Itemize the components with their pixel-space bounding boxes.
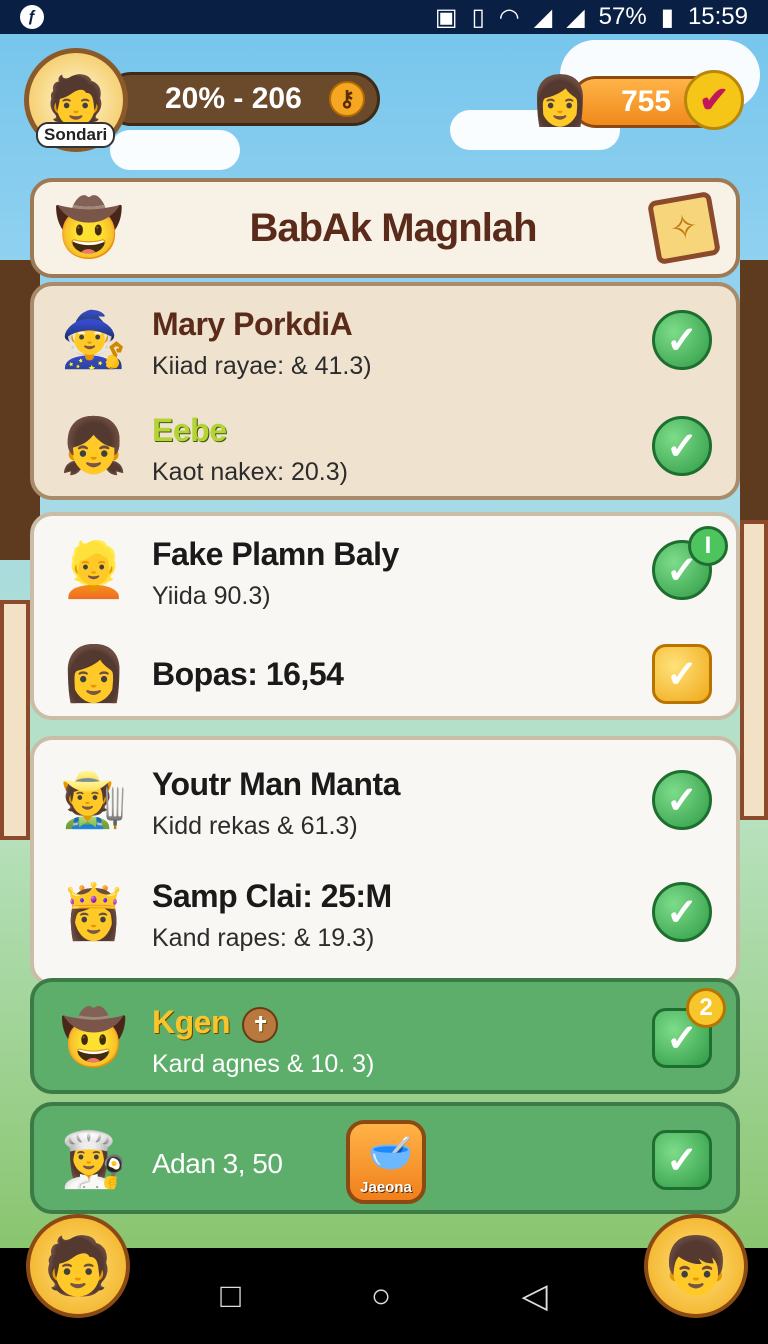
avatar: 🧙 — [60, 309, 128, 370]
task-group-4: 🤠 Kgen ✝ Kard agnes & 10. 3) ✓ 2 — [30, 978, 740, 1094]
item-name: Youtr Man Manta — [152, 766, 400, 802]
task-group-3: 🧑‍🌾 Youtr Man Manta Kidd rekas & 61.3) ✓… — [30, 736, 740, 986]
item-name: Adan 3, 50 — [152, 1148, 283, 1179]
count-badge: I — [688, 526, 728, 566]
page-title: BabAk Magnlah — [249, 205, 537, 250]
jar-label: Jaeona — [360, 1179, 412, 1196]
left-character-button[interactable]: 🧑 — [26, 1214, 130, 1318]
avatar: 👱 — [60, 539, 128, 600]
cross-icon: ✝ — [242, 1006, 279, 1043]
list-item[interactable]: 👧 Eebe Kaot nakex: 20.3) ✓ — [34, 392, 736, 502]
avatar: 🤠 — [60, 1007, 128, 1068]
home-icon[interactable]: ○ — [371, 1277, 392, 1316]
mortar-icon: 🥣 — [368, 1132, 413, 1173]
battery-percent: 57% — [598, 3, 647, 30]
item-detail: Kard agnes & 10. 3) — [152, 1050, 375, 1078]
character-avatar: 👩 — [530, 74, 590, 128]
task-group-2: 👱 Fake Plamn Baly Yiida 90.3) ✓ I 👩 Bopa… — [30, 512, 740, 720]
item-detail: Kand rapes: & 19.3) — [152, 924, 375, 952]
list-item[interactable]: 🧙 Mary PorkdiA Kiiad rayae: & 41.3) ✓ — [34, 286, 736, 396]
back-icon[interactable]: ◁ — [521, 1276, 547, 1316]
house — [740, 520, 768, 820]
avatar: 👩‍🍳 — [60, 1129, 128, 1190]
currency-value: 755 — [621, 85, 672, 118]
item-name: Kgen ✝ — [152, 1004, 279, 1043]
item-name-text: Kgen — [152, 1004, 231, 1040]
clock: 15:59 — [687, 3, 748, 30]
task-group-1: 🧙 Mary PorkdiA Kiiad rayae: & 41.3) ✓ 👧 … — [30, 282, 740, 500]
list-item[interactable]: 👩‍🍳 Adan 3, 50 🥣 Jaeona ✓ — [34, 1106, 736, 1216]
jar-reward-button[interactable]: 🥣 Jaeona — [346, 1120, 426, 1204]
list-item[interactable]: 👱 Fake Plamn Baly Yiida 90.3) ✓ I — [34, 516, 736, 626]
count-badge: 2 — [686, 988, 726, 1028]
right-character-button[interactable]: 👦 — [644, 1214, 748, 1318]
progress-text: 20% - 206 — [165, 82, 302, 115]
check-button[interactable]: ✓ — [652, 310, 712, 370]
vibrate-icon: ▯ — [471, 3, 485, 31]
map-frame-icon[interactable]: ✧ — [646, 190, 722, 266]
avatar: 🧑‍🌾 — [60, 769, 128, 830]
cast-icon: ▣ — [434, 3, 458, 31]
check-button[interactable]: ✓ — [652, 416, 712, 476]
key-icon[interactable]: ⚷ — [329, 81, 365, 117]
item-name: Bopas: 16,54 — [152, 656, 344, 692]
item-name: Mary PorkdiA — [152, 306, 353, 342]
avatar: 👧 — [60, 415, 128, 476]
player-hud[interactable]: 20% - 206 ⚷ 🧑 Sondari — [24, 48, 380, 152]
title-panel: 🤠 BabAk Magnlah ✧ — [30, 178, 740, 278]
check-button[interactable]: ✓ — [652, 644, 712, 704]
checkmark-icon[interactable]: ✔ — [684, 70, 744, 130]
list-item[interactable]: 🤠 Kgen ✝ Kard agnes & 10. 3) ✓ 2 — [34, 984, 736, 1094]
recents-icon[interactable]: □ — [220, 1277, 241, 1316]
wifi-icon: ◠ — [498, 3, 520, 31]
signal-icon: ◢ — [566, 3, 585, 31]
avatar: 👩 — [60, 643, 128, 704]
host-avatar: 🤠 — [54, 196, 124, 259]
list-item[interactable]: 👸 Samp Clai: 25:M Kand rapes: & 19.3) ✓ — [34, 858, 736, 968]
battery-icon: ▮ — [660, 3, 674, 31]
palm-tree — [740, 260, 768, 560]
item-detail: Kidd rekas & 61.3) — [152, 812, 358, 840]
check-button[interactable]: ✓ — [652, 882, 712, 942]
item-detail: Kiiad rayae: & 41.3) — [152, 352, 372, 380]
status-bar: ƒ ▣ ▯ ◠ ◢ ◢ 57% ▮ 15:59 — [0, 0, 768, 34]
item-detail: Kaot nakex: 20.3) — [152, 458, 348, 486]
list-item[interactable]: 👩 Bopas: 16,54 ✓ — [34, 620, 736, 730]
item-name: Fake Plamn Baly — [152, 536, 399, 572]
task-group-5: 👩‍🍳 Adan 3, 50 🥣 Jaeona ✓ — [30, 1102, 740, 1214]
signal-icon: ◢ — [533, 3, 553, 31]
check-button[interactable]: ✓ — [652, 770, 712, 830]
item-detail: Yiida 90.3) — [152, 582, 271, 610]
progress-bar: 20% - 206 ⚷ — [104, 72, 380, 126]
house — [0, 600, 30, 840]
item-name: Eebe — [152, 412, 227, 448]
app-notification-icon: ƒ — [20, 5, 44, 29]
player-badge: Sondari — [36, 122, 116, 148]
list-item[interactable]: 🧑‍🌾 Youtr Man Manta Kidd rekas & 61.3) ✓ — [34, 746, 736, 856]
item-name: Samp Clai: 25:M — [152, 878, 392, 914]
check-button[interactable]: ✓ — [652, 1130, 712, 1190]
currency-hud[interactable]: 755 👩 ✔ — [530, 60, 744, 140]
avatar: 👸 — [60, 881, 128, 942]
